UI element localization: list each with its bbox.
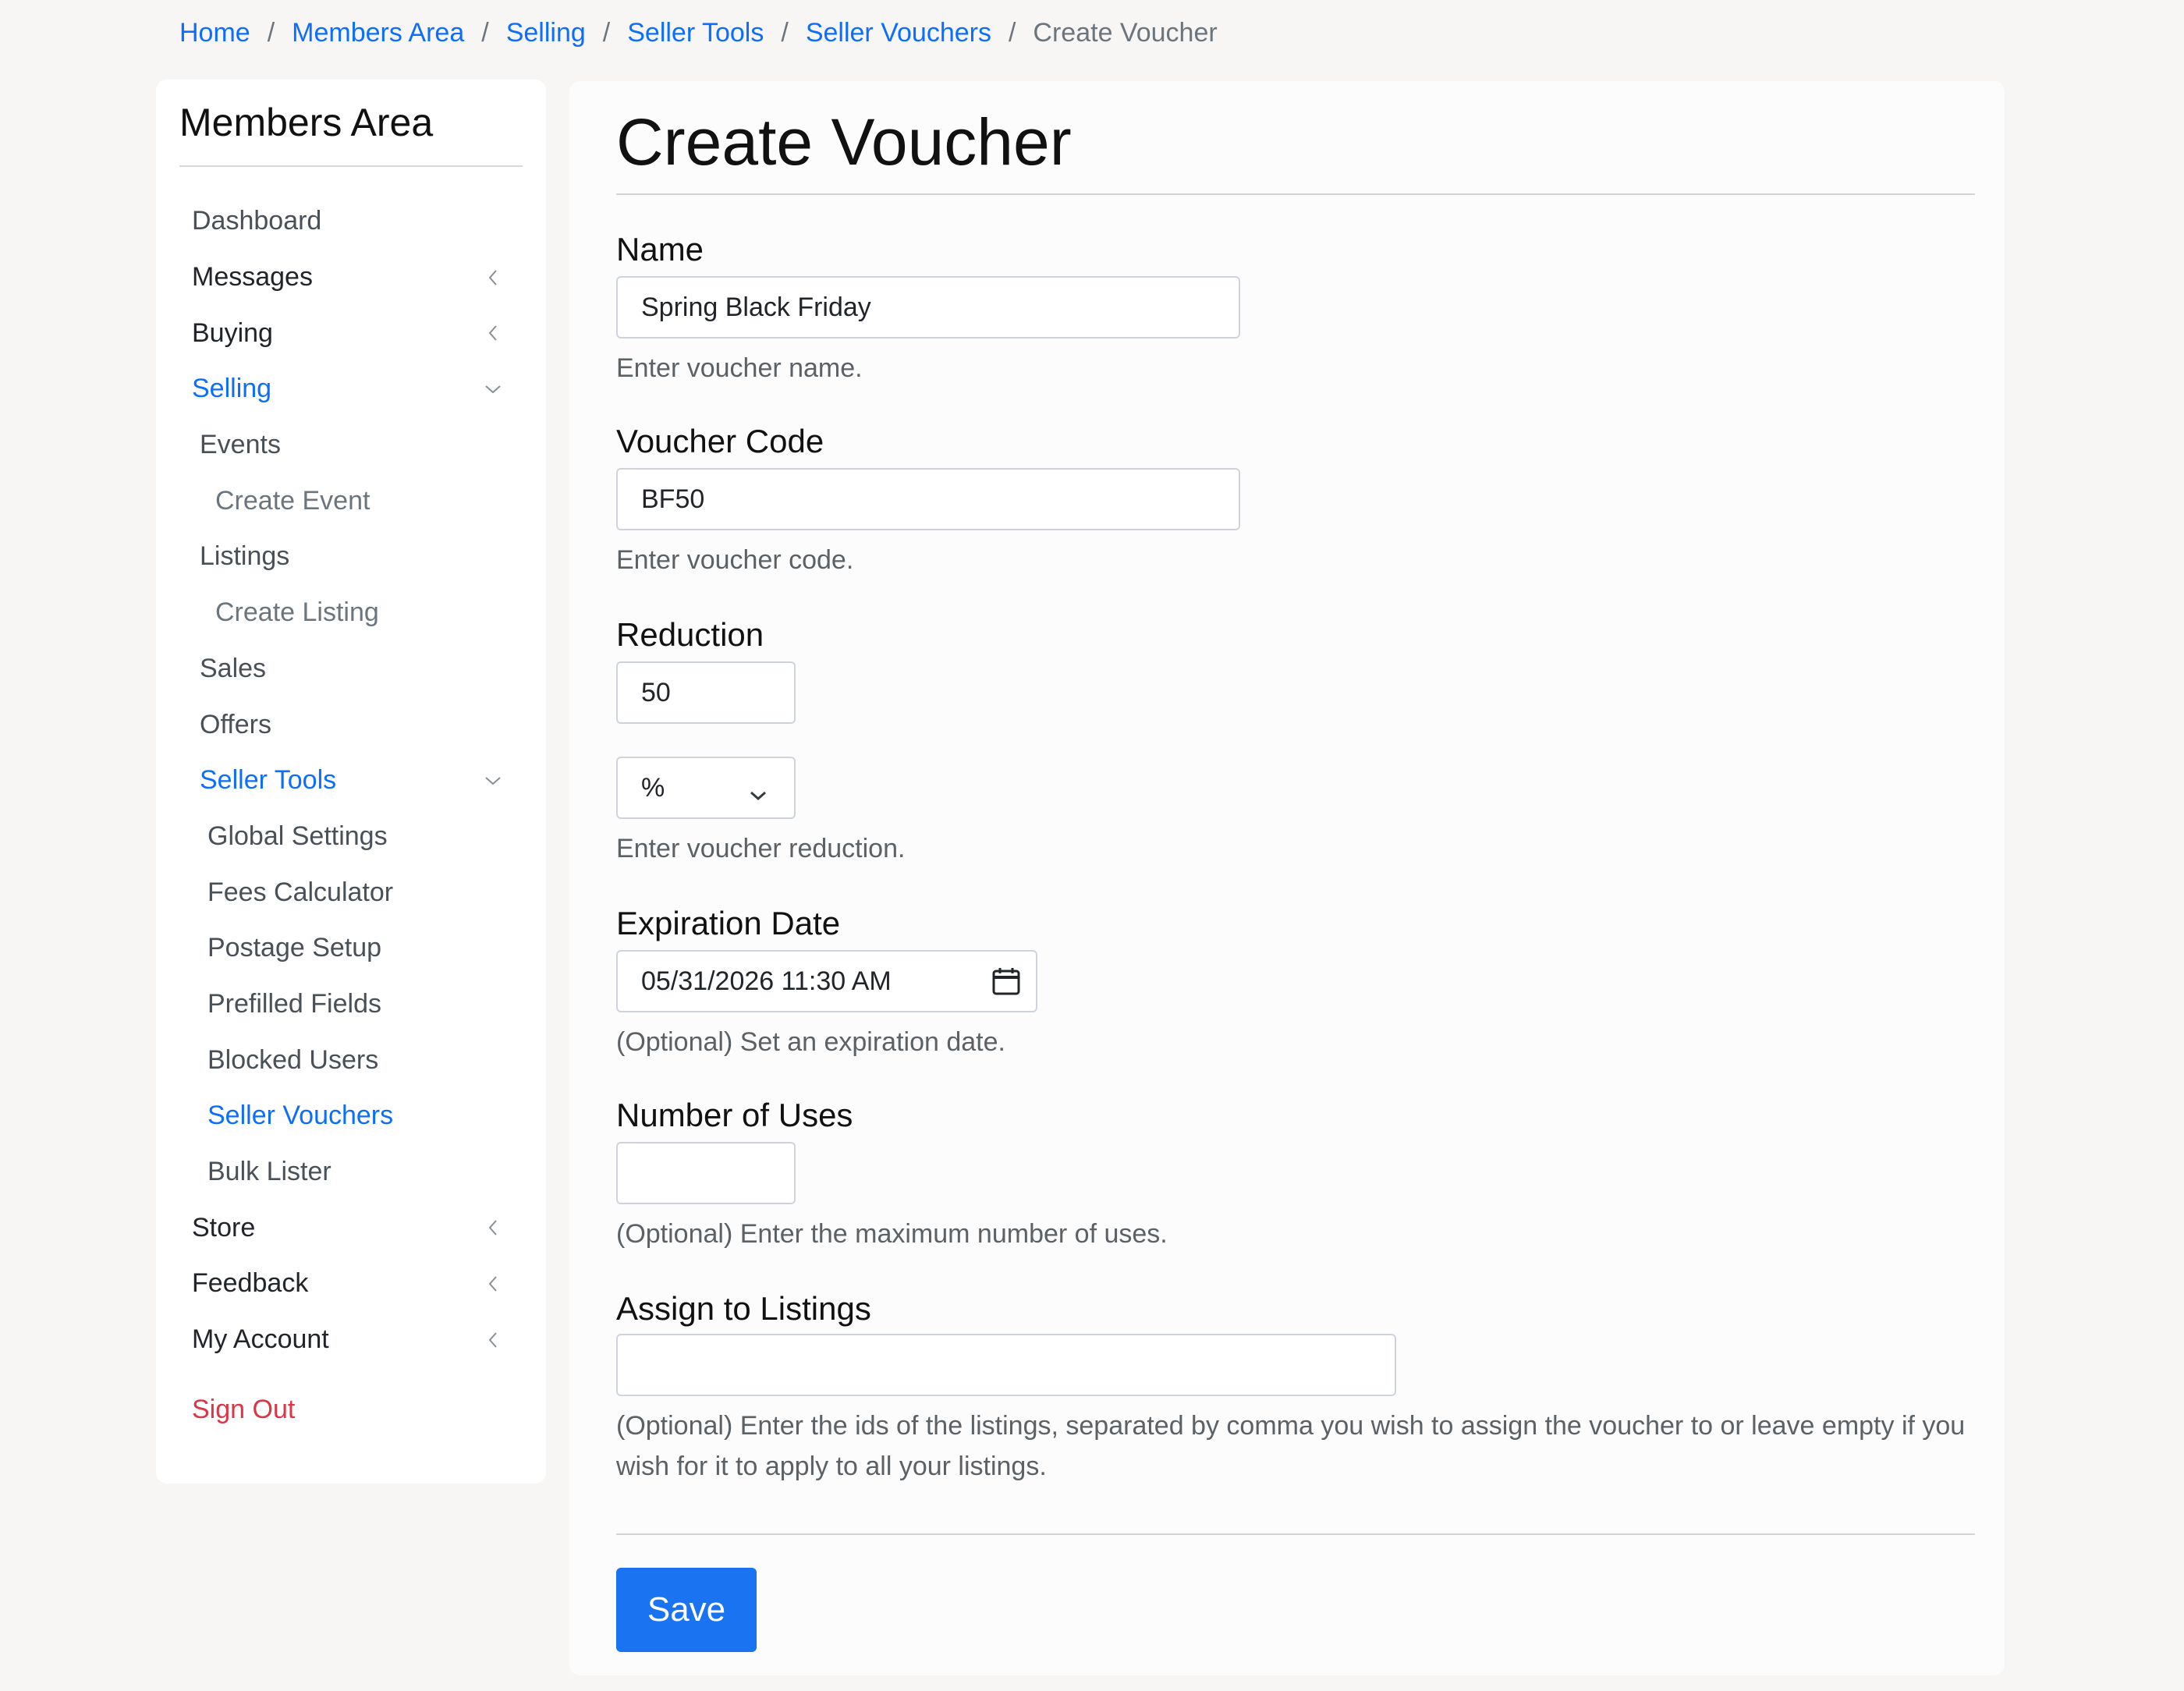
- sidebar-item-fees-calculator[interactable]: Fees Calculator: [156, 864, 546, 920]
- sidebar-item-buying[interactable]: Buying: [156, 305, 546, 361]
- sidebar-item-seller-tools[interactable]: Seller Tools: [156, 753, 546, 809]
- sidebar-item-create-listing[interactable]: Create Listing: [156, 585, 546, 641]
- name-label: Name: [616, 231, 704, 268]
- sidebar-item-my-account[interactable]: My Account: [156, 1312, 546, 1368]
- sidebar-item-label: Store: [192, 1212, 256, 1243]
- reduction-input[interactable]: [616, 661, 796, 724]
- breadcrumb-current: Create Voucher: [1033, 17, 1218, 48]
- sidebar-item-label: Listings: [200, 541, 290, 572]
- chevron-down-icon: [749, 778, 768, 809]
- chevron-left-icon: [484, 268, 502, 287]
- chevron-left-icon: [484, 324, 502, 342]
- sidebar-item-label: Sales: [200, 653, 267, 683]
- sidebar-item-label: My Account: [192, 1324, 329, 1355]
- sidebar-item-label: Global Settings: [207, 821, 388, 851]
- breadcrumb-separator: /: [602, 17, 611, 48]
- sidebar-item-label: Seller Vouchers: [207, 1101, 394, 1131]
- expiration-date-label: Expiration Date: [616, 905, 841, 941]
- reduction-label: Reduction: [616, 616, 764, 653]
- assign-listings-input[interactable]: [616, 1334, 1396, 1396]
- main-panel: Create Voucher Name Enter voucher name. …: [569, 81, 2005, 1675]
- sidebar-item-seller-vouchers[interactable]: Seller Vouchers: [156, 1088, 546, 1144]
- sidebar-divider: [179, 165, 523, 167]
- breadcrumb-home[interactable]: Home: [179, 18, 250, 48]
- save-button[interactable]: Save: [616, 1568, 757, 1652]
- sidebar-item-label: Offers: [200, 709, 271, 739]
- chevron-down-icon: [484, 380, 502, 399]
- sidebar-item-sales[interactable]: Sales: [156, 641, 546, 697]
- sidebar-title: Members Area: [179, 101, 434, 144]
- voucher-code-help: Enter voucher code.: [616, 545, 854, 575]
- form-divider: [616, 1533, 1975, 1535]
- sidebar-item-listings[interactable]: Listings: [156, 529, 546, 585]
- breadcrumb-seller-vouchers[interactable]: Seller Vouchers: [806, 18, 991, 48]
- title-divider: [616, 193, 1975, 195]
- reduction-unit-value: %: [641, 772, 665, 803]
- sidebar-item-postage-setup[interactable]: Postage Setup: [156, 920, 546, 977]
- sidebar-item-label: Create Event: [215, 485, 370, 516]
- page-title: Create Voucher: [616, 105, 1072, 179]
- chevron-left-icon: [484, 1331, 502, 1349]
- sidebar-item-label: Sign Out: [192, 1394, 296, 1424]
- breadcrumb-selling[interactable]: Selling: [506, 18, 586, 48]
- sidebar-item-blocked-users[interactable]: Blocked Users: [156, 1032, 546, 1088]
- number-of-uses-label: Number of Uses: [616, 1097, 853, 1133]
- sidebar-item-create-event[interactable]: Create Event: [156, 473, 546, 529]
- chevron-left-icon: [484, 1218, 502, 1237]
- breadcrumb-separator: /: [481, 17, 489, 48]
- sidebar-item-label: Create Listing: [215, 597, 379, 628]
- sidebar-item-label: Messages: [192, 262, 313, 292]
- sidebar-item-bulk-lister[interactable]: Bulk Lister: [156, 1144, 546, 1200]
- chevron-left-icon: [484, 1274, 502, 1293]
- sidebar-item-offers[interactable]: Offers: [156, 697, 546, 753]
- breadcrumb: Home / Members Area / Selling / Seller T…: [179, 12, 1218, 53]
- sidebar: Members Area Dashboard Messages Buying S…: [156, 80, 546, 1484]
- sidebar-nav: Dashboard Messages Buying Selling Events…: [156, 193, 546, 1438]
- sidebar-item-feedback[interactable]: Feedback: [156, 1256, 546, 1312]
- sidebar-item-label: Buying: [192, 317, 273, 348]
- number-of-uses-input[interactable]: [616, 1142, 796, 1204]
- name-input[interactable]: [616, 276, 1240, 339]
- calendar-icon[interactable]: [991, 966, 1022, 997]
- sidebar-item-label: Feedback: [192, 1268, 309, 1299]
- sidebar-item-messages[interactable]: Messages: [156, 250, 546, 306]
- breadcrumb-separator: /: [1008, 17, 1016, 48]
- assign-listings-label: Assign to Listings: [616, 1290, 871, 1327]
- chevron-down-icon: [484, 771, 502, 790]
- sidebar-item-label: Blocked Users: [207, 1044, 379, 1075]
- sidebar-item-selling[interactable]: Selling: [156, 361, 546, 417]
- assign-listings-help: (Optional) Enter the ids of the listings…: [616, 1411, 1966, 1481]
- sidebar-item-prefilled-fields[interactable]: Prefilled Fields: [156, 977, 546, 1033]
- reduction-help: Enter voucher reduction.: [616, 834, 906, 863]
- voucher-code-label: Voucher Code: [616, 423, 824, 459]
- sidebar-item-label: Bulk Lister: [207, 1157, 332, 1187]
- reduction-unit-select[interactable]: %: [616, 757, 796, 819]
- sidebar-item-label: Postage Setup: [207, 933, 382, 963]
- sidebar-item-store[interactable]: Store: [156, 1200, 546, 1256]
- sidebar-item-label: Prefilled Fields: [207, 988, 381, 1019]
- sidebar-item-global-settings[interactable]: Global Settings: [156, 809, 546, 865]
- expiration-date-field: [616, 950, 1037, 1012]
- breadcrumb-seller-tools[interactable]: Seller Tools: [627, 18, 764, 48]
- number-of-uses-help: (Optional) Enter the maximum number of u…: [616, 1219, 1168, 1249]
- breadcrumb-separator: /: [267, 17, 275, 48]
- name-help: Enter voucher name.: [616, 353, 863, 383]
- sidebar-item-label: Dashboard: [192, 206, 322, 236]
- sidebar-item-label: Fees Calculator: [207, 877, 394, 907]
- voucher-code-input[interactable]: [616, 468, 1240, 530]
- sidebar-item-label: Events: [200, 430, 281, 460]
- sidebar-item-label: Selling: [192, 374, 272, 404]
- expiration-date-help: (Optional) Set an expiration date.: [616, 1027, 1005, 1057]
- sidebar-item-sign-out[interactable]: Sign Out: [156, 1381, 546, 1438]
- expiration-date-input[interactable]: [616, 950, 1037, 1012]
- sidebar-item-label: Seller Tools: [200, 765, 337, 796]
- breadcrumb-members-area[interactable]: Members Area: [292, 18, 464, 48]
- sidebar-item-events[interactable]: Events: [156, 417, 546, 473]
- sidebar-item-dashboard[interactable]: Dashboard: [156, 193, 546, 250]
- breadcrumb-separator: /: [781, 17, 789, 48]
